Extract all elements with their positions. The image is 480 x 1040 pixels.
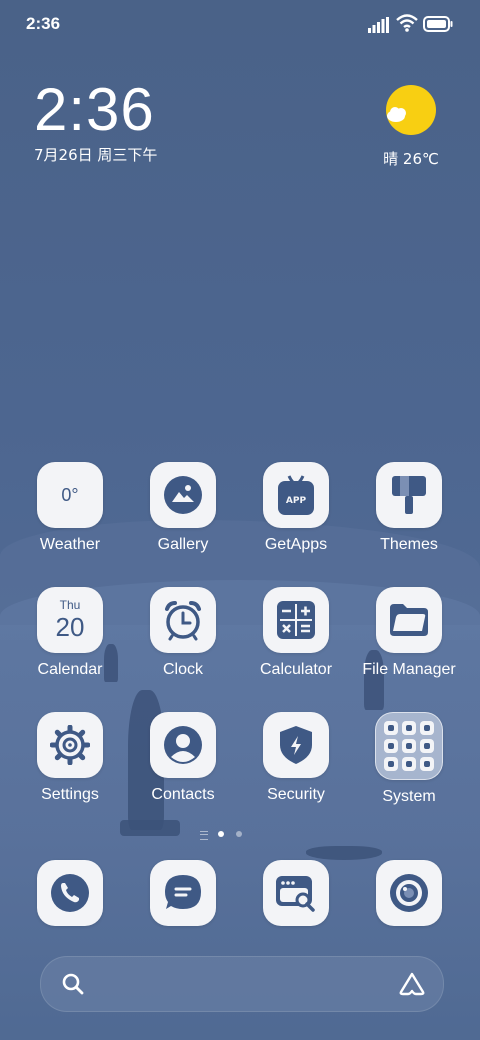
page-indicator[interactable] — [0, 829, 480, 841]
app-label: File Manager — [362, 661, 456, 678]
weather-app-temp: 0° — [61, 484, 79, 505]
contacts-person-icon — [150, 712, 216, 778]
app-label: Weather — [39, 536, 101, 553]
status-bar: 2:36 — [0, 0, 480, 50]
dock-messages[interactable] — [127, 860, 239, 926]
app-label: Contacts — [151, 786, 215, 803]
settings-gear-icon — [37, 712, 103, 778]
sunny-cloudy-icon — [386, 85, 436, 135]
home-search-bar[interactable] — [40, 956, 444, 1012]
app-calendar[interactable]: Thu 20 Calendar — [14, 587, 126, 679]
app-label: Settings — [41, 786, 99, 803]
getapps-badge: APP — [285, 496, 307, 506]
app-label: GetApps — [264, 536, 328, 553]
signal-icon — [368, 17, 389, 33]
app-contacts[interactable]: Contacts — [127, 712, 239, 804]
dock-camera[interactable] — [353, 860, 465, 926]
mini-app-icon — [402, 721, 416, 735]
dock-phone[interactable] — [14, 860, 126, 926]
status-time: 2:36 — [26, 14, 61, 33]
app-folder-system[interactable]: System — [353, 712, 465, 806]
alarm-clock-icon — [150, 587, 216, 653]
calendar-day: 20 — [55, 612, 85, 642]
mini-app-icon — [402, 739, 416, 753]
mini-app-icon — [420, 739, 434, 753]
folder-icon — [376, 587, 442, 653]
clock-widget-date: 7月26日 周三下午 — [34, 146, 158, 164]
mini-app-icon — [384, 757, 398, 771]
weather-widget-text: 晴 26℃ — [383, 150, 439, 168]
app-label: Security — [267, 786, 325, 803]
mini-app-icon — [420, 757, 434, 771]
app-weather[interactable]: 0° Weather — [14, 462, 126, 554]
app-themes[interactable]: Themes — [353, 462, 465, 554]
calculator-icon — [263, 587, 329, 653]
getapps-icon: APP — [263, 462, 329, 528]
calendar-weekday: Thu — [59, 598, 81, 612]
mini-app-icon — [384, 739, 398, 753]
mini-app-icon — [420, 721, 434, 735]
app-label: Calculator — [259, 661, 333, 678]
page-dot-active — [218, 831, 224, 837]
battery-icon — [423, 16, 453, 32]
app-label: Themes — [380, 536, 438, 553]
themes-brush-icon — [376, 462, 442, 528]
app-gallery[interactable]: Gallery — [127, 462, 239, 554]
app-settings[interactable]: Settings — [14, 712, 126, 804]
clock-widget[interactable]: 2:36 7月26日 周三下午 — [34, 78, 157, 165]
menu-lines-icon — [200, 831, 208, 840]
mini-app-icon — [384, 721, 398, 735]
dock-browser[interactable] — [240, 860, 352, 926]
message-bubble-icon — [150, 860, 216, 926]
camera-lens-icon — [376, 860, 442, 926]
app-label: Clock — [162, 661, 203, 678]
app-label: Gallery — [157, 536, 209, 553]
calendar-icon: Thu 20 — [37, 587, 103, 653]
app-clock[interactable]: Clock — [127, 587, 239, 679]
app-label: System — [382, 788, 436, 805]
weather-app-icon: 0° — [37, 462, 103, 528]
mini-app-icon — [402, 757, 416, 771]
gallery-icon — [150, 462, 216, 528]
app-calculator[interactable]: Calculator — [240, 587, 352, 679]
app-getapps[interactable]: APP GetApps — [240, 462, 352, 554]
app-label: Calendar — [37, 661, 103, 678]
system-folder-icon — [375, 712, 443, 780]
weather-widget[interactable]: 晴 26℃ — [376, 84, 446, 169]
clock-widget-time: 2:36 — [34, 76, 155, 143]
wifi-icon — [396, 14, 418, 32]
assistant-icon[interactable] — [399, 972, 425, 996]
security-shield-icon — [263, 712, 329, 778]
search-icon[interactable] — [61, 972, 85, 996]
browser-search-icon — [263, 860, 329, 926]
app-file-manager[interactable]: File Manager — [353, 587, 465, 679]
phone-icon — [37, 860, 103, 926]
page-dot — [236, 831, 242, 837]
background-boat — [306, 846, 382, 860]
app-security[interactable]: Security — [240, 712, 352, 804]
